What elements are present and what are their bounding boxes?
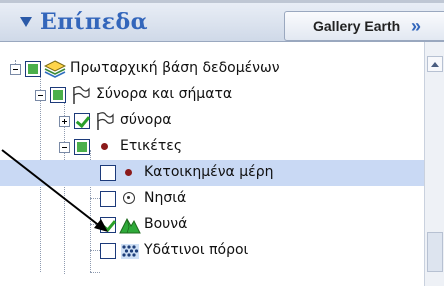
panel-title: Επίπεδα [40, 9, 149, 35]
collapse-toggle-icon[interactable] [59, 142, 70, 153]
tree-item-label: Κατοικημένα μέρη [144, 164, 274, 180]
scroll-thumb[interactable] [427, 232, 443, 272]
tree-item-label: Βουνά [144, 216, 188, 232]
tree-connector [90, 272, 100, 273]
tree-item-label: Νησιά [144, 190, 187, 206]
tree-item-label: σύνορα [120, 112, 172, 128]
tree-item-label: Σύνορα και σήματα [96, 86, 233, 102]
layer-checkbox[interactable] [100, 165, 116, 181]
layer-checkbox[interactable] [100, 243, 116, 259]
tree-row-populated-places[interactable]: Κατοικημένα μέρη [0, 160, 424, 186]
layers-stack-icon [44, 60, 66, 78]
red-dot-icon [125, 169, 132, 176]
flag-icon [73, 86, 90, 104]
expand-toggle-icon[interactable] [59, 116, 70, 127]
target-icon [123, 192, 135, 204]
flag-icon [97, 112, 114, 130]
layers-tree: Πρωταρχική βάση δεδομένων Σύνορα και σήμ… [0, 42, 444, 286]
layers-panel-header: Επίπεδα Gallery Earth » [0, 3, 444, 42]
tree-row-primary-database[interactable]: Πρωταρχική βάση δεδομένων [0, 56, 424, 82]
layer-checkbox[interactable] [74, 113, 90, 129]
tree-row-mountains[interactable]: Βουνά [0, 212, 424, 238]
tree-item-label: Πρωταρχική βάση δεδομένων [70, 60, 280, 76]
collapse-toggle-icon[interactable] [10, 64, 21, 75]
collapse-toggle-icon[interactable] [35, 90, 46, 101]
tree-row-borders[interactable]: σύνορα [0, 108, 424, 134]
layer-checkbox[interactable] [74, 139, 90, 155]
scroll-up-arrow-icon[interactable] [427, 56, 443, 72]
layer-checkbox[interactable] [25, 61, 41, 77]
vertical-scrollbar[interactable] [424, 42, 444, 286]
gallery-earth-label: Gallery Earth [313, 18, 401, 34]
collapse-triangle-icon[interactable] [20, 17, 32, 27]
water-pattern-icon [121, 244, 139, 259]
tree-item-label: Υδάτινοι πόροι [144, 242, 249, 258]
tree-row-labels[interactable]: Ετικέτες [0, 134, 424, 160]
tree-row-islands[interactable]: Νησιά [0, 186, 424, 212]
tree-item-label: Ετικέτες [120, 138, 183, 154]
layer-checkbox[interactable] [100, 217, 116, 233]
tree-row-borders-and-labels[interactable]: Σύνορα και σήματα [0, 82, 424, 108]
gallery-earth-button[interactable]: Gallery Earth » [284, 11, 444, 41]
layer-checkbox[interactable] [50, 87, 66, 103]
red-dot-icon [101, 143, 108, 150]
double-chevron-right-icon: » [411, 16, 421, 36]
layer-checkbox[interactable] [100, 191, 116, 207]
tree-row-water-bodies[interactable]: Υδάτινοι πόροι [0, 238, 424, 264]
mountain-icon [119, 217, 141, 234]
